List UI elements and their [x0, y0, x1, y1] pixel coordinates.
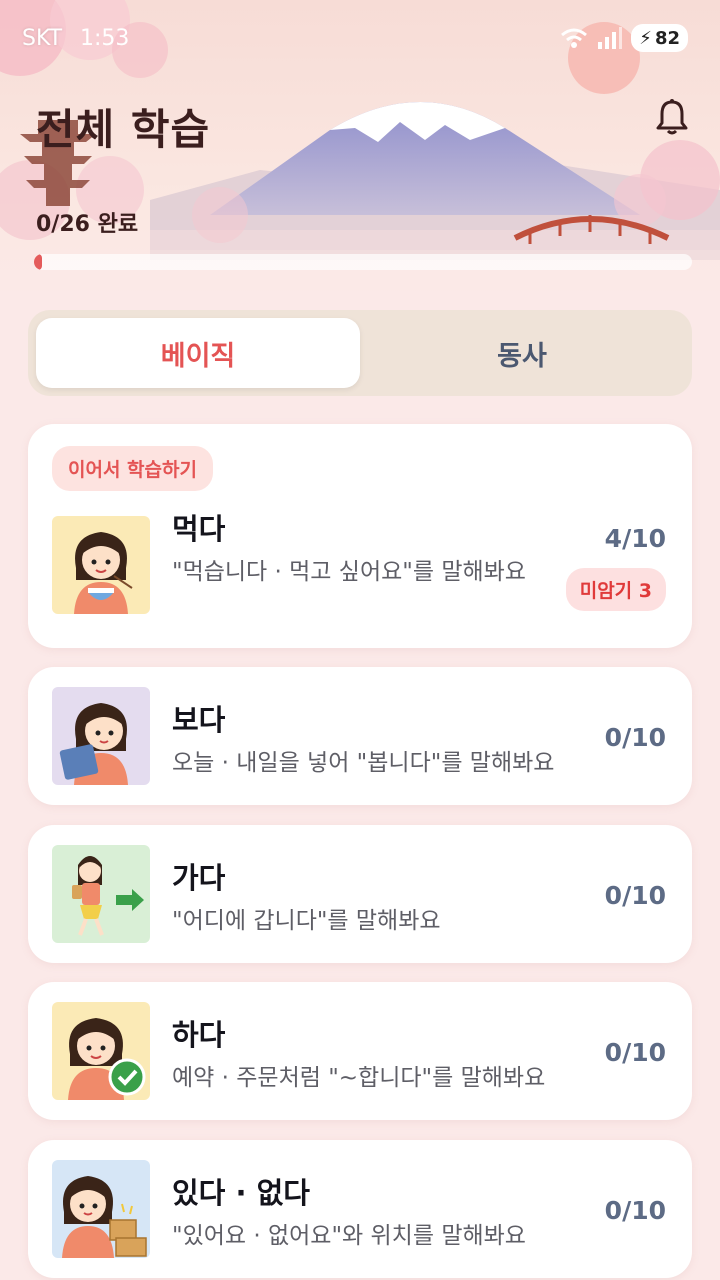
- lesson-word: 먹다: [172, 512, 226, 546]
- bell-icon[interactable]: [654, 98, 690, 136]
- carrier-label: SKT: [22, 26, 63, 51]
- battery-level: 82: [654, 27, 680, 49]
- lesson-word: 있다 · 없다: [172, 1176, 310, 1210]
- checkmark-girl-illustration: [52, 1002, 150, 1100]
- status-icons: ⚡ 82: [559, 24, 688, 52]
- walking-girl-illustration: [52, 845, 150, 943]
- unmemorized-badge: 미암기 3: [565, 568, 666, 611]
- wifi-icon: [561, 28, 588, 48]
- battery-indicator: ⚡ 82: [631, 24, 688, 52]
- clock: 1:53: [80, 26, 130, 51]
- lesson-score: 0/10: [604, 881, 666, 910]
- header-banner: SKT 1:53 ⚡ 82 전체 학습 0/26 완료: [0, 0, 720, 300]
- tablet-girl-illustration: [52, 687, 150, 785]
- lesson-score: 0/10: [604, 723, 666, 752]
- resume-badge: 이어서 학습하기: [52, 446, 213, 491]
- eating-girl-illustration: [52, 516, 150, 614]
- signal-icon: [598, 27, 623, 49]
- progress-bar: [34, 254, 692, 270]
- lesson-card-boda[interactable]: 보다 오늘 · 내일을 넣어 "봅니다"를 말해봐요 0/10: [28, 667, 692, 805]
- lesson-description: "있어요 · 없어요"와 위치를 말해봐요: [172, 1223, 526, 1249]
- box-girl-illustration: [52, 1160, 150, 1258]
- lesson-description: "어디에 갑니다"를 말해봐요: [172, 908, 441, 934]
- lesson-description: 오늘 · 내일을 넣어 "봅니다"를 말해봐요: [172, 750, 555, 776]
- lesson-description: 예약 · 주문처럼 "~합니다"를 말해봐요: [172, 1065, 546, 1091]
- lesson-card-itda-eopda[interactable]: 있다 · 없다 "있어요 · 없어요"와 위치를 말해봐요 0/10: [28, 1140, 692, 1278]
- status-bar: SKT 1:53 ⚡ 82: [0, 22, 720, 58]
- charging-icon: ⚡: [639, 27, 652, 49]
- lesson-card-gada[interactable]: 가다 "어디에 갑니다"를 말해봐요 0/10: [28, 825, 692, 963]
- tab-basic[interactable]: 베이직: [36, 318, 360, 388]
- progress-text: 0/26 완료: [36, 212, 139, 237]
- lesson-description: "먹습니다 · 먹고 싶어요"를 말해봐요: [172, 559, 526, 585]
- lesson-word: 보다: [172, 703, 226, 737]
- lesson-card-hada[interactable]: 하다 예약 · 주문처럼 "~합니다"를 말해봐요 0/10: [28, 982, 692, 1120]
- lesson-word: 하다: [172, 1018, 226, 1052]
- lesson-score: 0/10: [604, 1196, 666, 1225]
- lesson-card-meokda[interactable]: 이어서 학습하기 먹다 "먹습니다 · 먹고 싶어요"를 말해봐요 4/10 미…: [28, 424, 692, 648]
- lesson-score: 0/10: [604, 1038, 666, 1067]
- lesson-word: 가다: [172, 861, 226, 895]
- category-tabs: 베이직 동사: [28, 310, 692, 396]
- page-title: 전체 학습: [36, 105, 211, 154]
- lesson-score: 4/10: [604, 524, 666, 553]
- tab-verbs[interactable]: 동사: [360, 318, 684, 388]
